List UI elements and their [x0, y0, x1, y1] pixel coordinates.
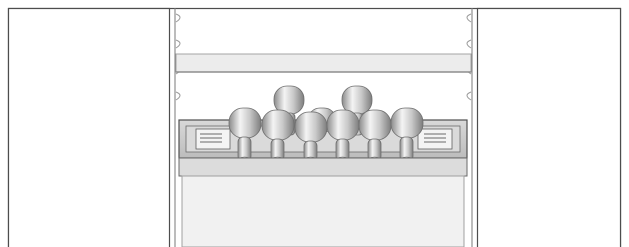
crisper-drawer	[181, 175, 465, 247]
lower-drawer	[178, 157, 468, 177]
right-rack-bracket	[417, 128, 453, 150]
left-door-panel	[7, 7, 171, 247]
glass-shelf	[175, 53, 472, 73]
fridge-illustration	[7, 7, 622, 247]
right-door-panel	[476, 7, 622, 247]
left-rack-bracket	[195, 128, 231, 150]
